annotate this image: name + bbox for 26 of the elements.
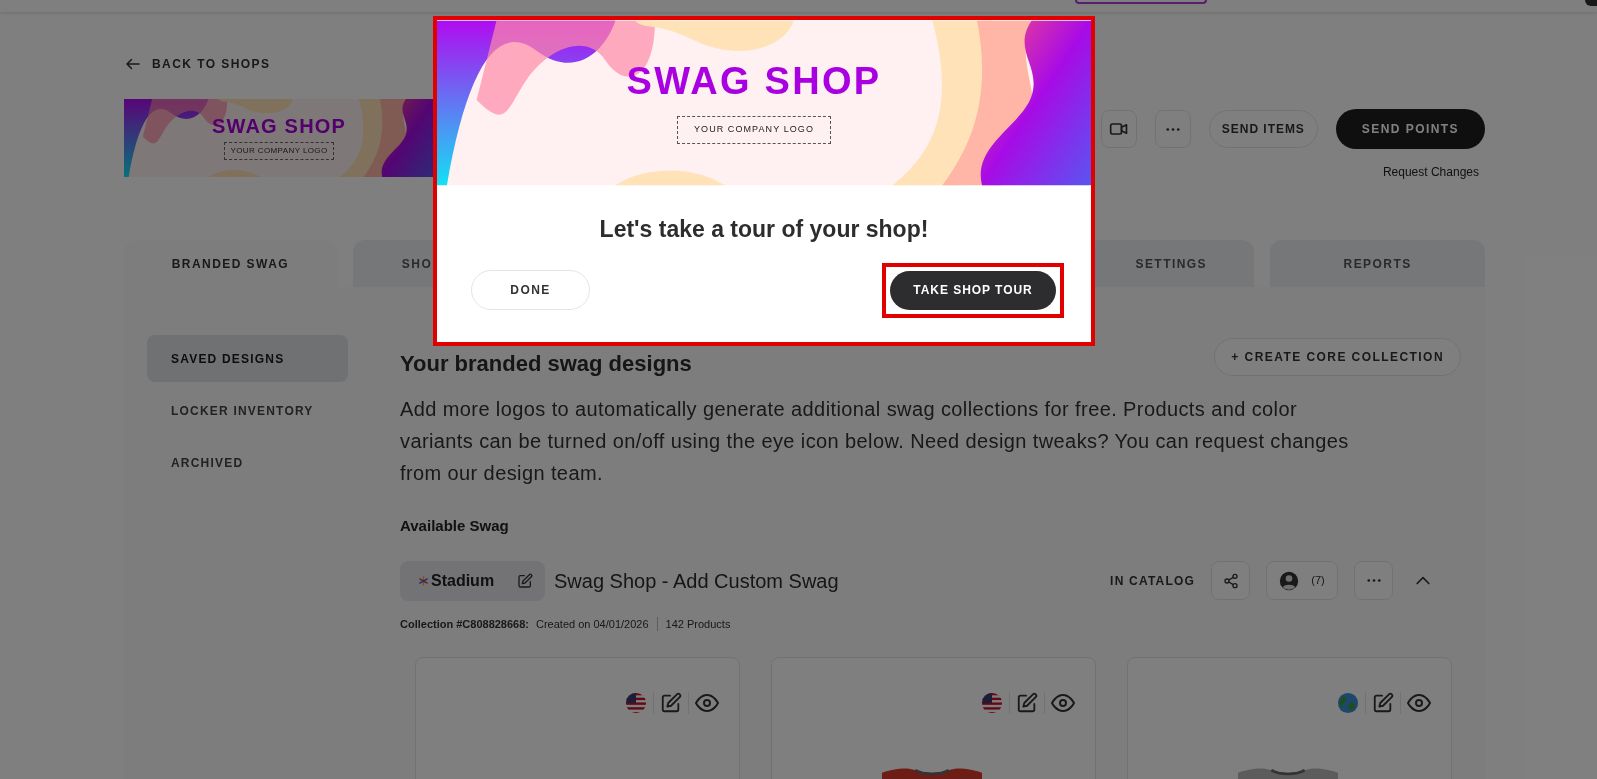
- collection-id: Collection #C808828668:: [400, 616, 529, 632]
- sidebar-item[interactable]: ARCHIVED: [147, 439, 348, 486]
- banner-title: SWAG SHOP: [211, 116, 347, 136]
- section-title: Your branded swag designs: [400, 349, 692, 378]
- brand-name: Stadium: [431, 570, 495, 591]
- collection-title: Swag Shop - Add Custom Swag: [554, 568, 839, 594]
- available-swag-label: Available Swag: [400, 516, 510, 536]
- create-collection-button[interactable]: + CREATE CORE COLLECTION: [1214, 338, 1461, 376]
- description: Add more logos to automatically generate additional swag collections for free. Products and color variants can be turned on/off using the eye icon below. Need design tweaks? You can request changes from our design team.: [400, 397, 1350, 486]
- tab[interactable]: REPORTS: [1270, 240, 1485, 287]
- request-changes-link[interactable]: Request Changes: [1382, 163, 1479, 181]
- send-items-button[interactable]: SEND ITEMS: [1208, 110, 1318, 148]
- catalog-status: IN CATALOG: [1110, 572, 1195, 590]
- done-button[interactable]: DONE: [471, 270, 590, 310]
- logo-upload-field[interactable]: YOUR COMPANY LOGO: [224, 142, 334, 160]
- banner-title: SWAG SHOP: [626, 62, 882, 101]
- send-points-button[interactable]: SEND POINTS: [1335, 109, 1485, 149]
- take-tour-button[interactable]: TAKE SHOP TOUR: [890, 270, 1056, 310]
- sidebar-item[interactable]: SAVED DESIGNS: [147, 335, 348, 382]
- dialog-heading: Let's take a tour of your shop!: [598, 215, 930, 244]
- logo-upload-field[interactable]: YOUR COMPANY LOGO: [676, 116, 831, 144]
- created-date: Created on 04/01/2026: [536, 616, 649, 632]
- members-button[interactable]: (7): [1266, 561, 1338, 600]
- back-link[interactable]: BACK TO SHOPS: [152, 55, 271, 73]
- sidebar-item[interactable]: LOCKER INVENTORY: [147, 387, 348, 434]
- product-count: 142 Products: [665, 616, 731, 632]
